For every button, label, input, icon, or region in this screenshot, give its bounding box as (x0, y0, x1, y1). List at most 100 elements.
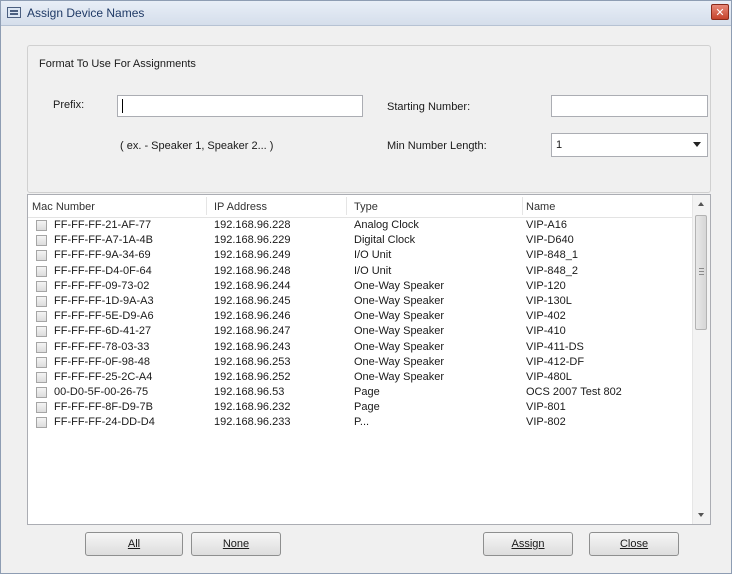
cell-mac: FF-FF-FF-25-2C-A4 (54, 370, 153, 383)
column-header-ip[interactable]: IP Address (214, 201, 267, 213)
cell-ip: 192.168.96.245 (214, 294, 291, 307)
starting-number-input[interactable] (551, 95, 708, 117)
starting-number-label: Starting Number: (387, 101, 471, 113)
cell-name: VIP-A16 (526, 219, 567, 231)
close-button[interactable]: Close (589, 532, 679, 556)
column-header-name[interactable]: Name (526, 201, 555, 213)
cell-ip: 192.168.96.229 (214, 234, 291, 247)
cell-mac: FF-FF-FF-5E-D9-A6 (54, 310, 154, 323)
row-checkbox[interactable] (36, 387, 47, 399)
cell-name: VIP-480L (526, 370, 572, 383)
prefix-input[interactable] (117, 95, 363, 117)
assign-button-label: Assign (511, 538, 545, 550)
row-checkbox[interactable] (36, 280, 47, 292)
row-checkbox[interactable] (36, 417, 47, 429)
cell-type: Analog Clock (354, 219, 419, 231)
table-row[interactable]: FF-FF-FF-0F-98-48 192.168.96.253 One-Way S… (28, 355, 708, 370)
table-row[interactable]: FF-FF-FF-25-2C-A4 192.168.96.252 One-Way S… (28, 370, 708, 385)
row-checkbox[interactable] (36, 235, 47, 247)
cell-type: One-Way Speaker (354, 279, 445, 292)
cell-ip: 192.168.96.248 (214, 264, 291, 277)
cell-type: P... (354, 416, 370, 429)
cell-mac: FF-FF-FF-8F-D9-7B (54, 401, 153, 414)
cell-type: Digital Clock (354, 234, 416, 247)
cell-ip: 192.168.96.249 (214, 249, 291, 262)
cell-name: VIP-410 (526, 325, 566, 338)
text-caret (122, 99, 123, 113)
list-rows: FF-FF-FF-21-AF-77 192.168.96.228 Analog Cl… (28, 218, 708, 431)
table-row[interactable]: FF-FF-FF-6D-41-27 192.168.96.247 One-Way S… (28, 324, 708, 339)
cell-name: VIP-848_1 (526, 249, 578, 262)
row-checkbox[interactable] (36, 311, 47, 323)
row-checkbox[interactable] (36, 265, 47, 277)
grip-line (699, 271, 704, 272)
cell-type: Page (354, 386, 380, 399)
row-checkbox[interactable] (36, 371, 47, 383)
format-group-label: Format To Use For Assignments (37, 58, 198, 70)
cell-mac: FF-FF-FF-21-AF-77 (54, 219, 152, 231)
cell-name: OCS 2007 Test 802 (526, 386, 622, 399)
cell-mac: FF-FF-FF-1D-9A-A3 (54, 294, 154, 307)
cell-name: VIP-130L (526, 294, 572, 307)
cell-ip: 192.168.96.244 (214, 279, 291, 292)
none-button-label: None (222, 538, 250, 550)
column-header-type[interactable]: Type (354, 201, 378, 213)
column-header-mac[interactable]: Mac Number (32, 201, 95, 213)
column-divider (206, 197, 207, 215)
grip-line (699, 268, 704, 269)
cell-mac: FF-FF-FF-A7-1A-4B (54, 234, 153, 247)
row-checkbox[interactable] (36, 402, 47, 414)
min-number-length-select[interactable]: 1 (551, 133, 708, 157)
table-row[interactable]: FF-FF-FF-9A-34-69 192.168.96.249 I/O Unit V… (28, 248, 708, 263)
all-button-label: All (127, 538, 141, 550)
min-number-length-label: Min Number Length: (387, 140, 487, 152)
table-row[interactable]: FF-FF-FF-24-DD-D4 192.168.96.233 P... VIP-8… (28, 415, 708, 430)
cell-ip: 192.168.96.253 (214, 355, 291, 368)
cell-type: I/O Unit (354, 249, 392, 262)
cell-name: VIP-120 (526, 279, 566, 292)
table-row[interactable]: FF-FF-FF-09-73-02 192.168.96.244 One-Way S… (28, 279, 708, 294)
row-checkbox[interactable] (36, 220, 47, 231)
cell-ip: 192.168.96.243 (214, 340, 291, 353)
cell-type: I/O Unit (354, 264, 392, 277)
window-title: Assign Device Names (27, 6, 145, 20)
cell-name: VIP-848_2 (526, 264, 578, 277)
close-icon[interactable]: ✕ (711, 4, 729, 20)
table-row[interactable]: FF-FF-FF-A7-1A-4B 192.168.96.229 Digital C… (28, 233, 708, 248)
assign-button[interactable]: Assign (483, 532, 573, 556)
cell-mac: FF-FF-FF-24-DD-D4 (54, 416, 155, 429)
cell-ip: 192.168.96.228 (214, 219, 291, 231)
table-row[interactable]: FF-FF-FF-21-AF-77 192.168.96.228 Analog Cl… (28, 218, 708, 233)
cell-ip: 192.168.96.233 (214, 416, 291, 429)
cell-type: Page (354, 401, 380, 414)
chevron-down-icon[interactable] (693, 507, 710, 524)
table-row[interactable]: FF-FF-FF-1D-9A-A3 192.168.96.245 One-Way S… (28, 294, 708, 309)
vertical-scrollbar[interactable] (692, 195, 710, 524)
prefix-label: Prefix: (53, 99, 85, 111)
row-checkbox[interactable] (36, 341, 47, 353)
window-icon (7, 7, 21, 18)
cell-ip: 192.168.96.53 (214, 386, 285, 399)
table-row[interactable]: FF-FF-FF-D4-0F-64 192.168.96.248 I/O Unit V… (28, 264, 708, 279)
cell-name: VIP-411-DS (526, 340, 584, 353)
table-row[interactable]: 00-D0-5F-00-26-75 192.168.96.53 Page OCS 20… (28, 385, 708, 400)
chevron-up-icon[interactable] (693, 195, 710, 212)
cell-name: VIP-412-DF (526, 355, 585, 368)
table-row[interactable]: FF-FF-FF-5E-D9-A6 192.168.96.246 One-Way S… (28, 309, 708, 324)
list-header: Mac Number IP Address Type Name (28, 195, 708, 218)
table-row[interactable]: FF-FF-FF-8F-D9-7B 192.168.96.232 Page VIP-8… (28, 400, 708, 415)
scrollbar-thumb[interactable] (695, 215, 707, 330)
row-checkbox[interactable] (36, 250, 47, 262)
row-checkbox[interactable] (36, 326, 47, 338)
all-button[interactable]: All (85, 532, 183, 556)
row-checkbox[interactable] (36, 295, 47, 307)
cell-type: One-Way Speaker (354, 340, 445, 353)
device-list[interactable]: Mac Number IP Address Type Name FF-FF-FF… (27, 194, 711, 525)
cell-type: One-Way Speaker (354, 370, 445, 383)
table-row[interactable]: FF-FF-FF-78-03-33 192.168.96.243 One-Way S… (28, 340, 708, 355)
cell-name: VIP-402 (526, 310, 566, 323)
row-checkbox[interactable] (36, 356, 47, 368)
cell-type: One-Way Speaker (354, 355, 445, 368)
none-button[interactable]: None (191, 532, 281, 556)
column-divider (522, 197, 523, 215)
